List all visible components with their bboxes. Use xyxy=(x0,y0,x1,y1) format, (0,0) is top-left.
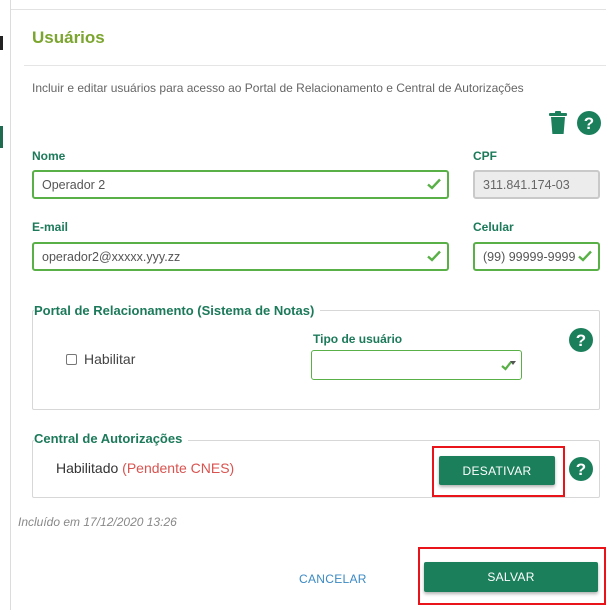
cpf-label: CPF xyxy=(473,149,497,163)
help-circle-icon[interactable]: ? xyxy=(569,328,593,352)
dialog-subtitle: Incluir e editar usuários para acesso ao… xyxy=(32,81,524,95)
phone-field-value: (99) 99999-9999 xyxy=(483,250,576,264)
cpf-field: 311.841.174-03 xyxy=(473,170,600,199)
deactivate-button[interactable]: DESATIVAR xyxy=(439,456,555,485)
background-fragment xyxy=(0,36,3,50)
help-circle-icon[interactable]: ? xyxy=(577,111,601,135)
check-icon xyxy=(427,178,441,190)
user-dialog: Usuários Incluir e editar usuários para … xyxy=(12,10,606,610)
cancel-button[interactable]: CANCELAR xyxy=(299,572,367,586)
name-label: Nome xyxy=(32,149,66,163)
save-button[interactable]: SALVAR xyxy=(424,562,598,592)
svg-text:?: ? xyxy=(576,331,586,350)
background-fragment xyxy=(0,126,3,148)
phone-field[interactable]: (99) 99999-9999 xyxy=(473,242,600,271)
help-circle-icon[interactable]: ? xyxy=(569,457,593,481)
trash-icon[interactable] xyxy=(548,111,568,135)
cpf-field-value: 311.841.174-03 xyxy=(483,178,570,192)
central-section-legend: Central de Autorizações xyxy=(34,431,189,446)
name-field-value: Operador 2 xyxy=(42,178,106,192)
check-icon xyxy=(427,250,441,262)
chevron-down-icon xyxy=(510,361,516,365)
portal-section-legend: Portal de Relacionamento (Sistema de Not… xyxy=(34,303,321,318)
name-field[interactable]: Operador 2 xyxy=(32,170,449,199)
email-label: E-mail xyxy=(32,220,69,234)
enable-portal-checkbox[interactable] xyxy=(66,354,77,365)
central-status-text: Habilitado xyxy=(56,460,119,476)
background-panel-edge xyxy=(0,0,11,610)
created-note: Incluído em 17/12/2020 13:26 xyxy=(18,515,177,529)
user-type-label: Tipo de usuário xyxy=(313,332,403,346)
pending-cnes-note: (Pendente CNES) xyxy=(122,460,235,476)
enable-portal-label: Habilitar xyxy=(84,351,136,367)
svg-text:?: ? xyxy=(576,460,586,479)
user-type-select[interactable] xyxy=(311,350,522,380)
background-panel-top xyxy=(11,0,606,10)
central-status: Habilitado (Pendente CNES) xyxy=(56,460,234,476)
svg-text:?: ? xyxy=(584,114,594,133)
email-field[interactable]: operador2@xxxxx.yyy.zz xyxy=(32,242,449,271)
phone-label: Celular xyxy=(473,220,514,234)
email-field-value: operador2@xxxxx.yyy.zz xyxy=(42,250,181,264)
check-icon xyxy=(578,250,592,262)
title-divider xyxy=(24,65,606,66)
dialog-title: Usuários xyxy=(32,28,105,47)
